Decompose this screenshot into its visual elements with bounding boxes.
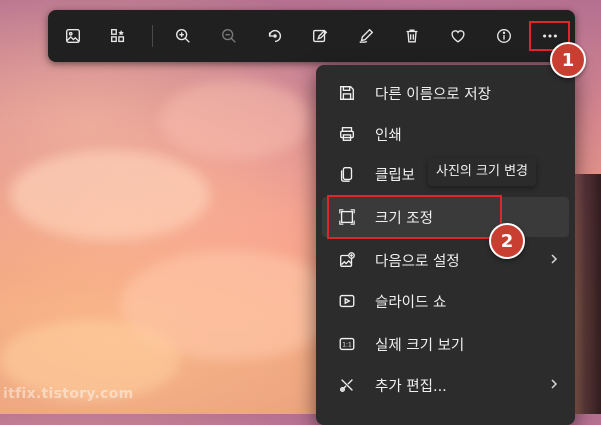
save-icon [338, 84, 356, 102]
sky-cloud [160, 80, 310, 160]
menu-item-slideshow[interactable]: 슬라이드 쇼 [322, 281, 569, 321]
menu-item-label: 클립보 [375, 167, 416, 184]
menu-item-label: 추가 편집... [375, 378, 447, 395]
more-options-menu: 다른 이름으로 저장 인쇄 클립보 크기 조정 다음으로 설정 슬라이드 쇼 1… [316, 65, 575, 425]
chevron-right-icon [547, 377, 561, 391]
toolbar-separator [152, 25, 153, 47]
menu-item-label: 다른 이름으로 저장 [375, 86, 491, 103]
slideshow-icon [338, 292, 356, 310]
favorite-icon[interactable] [443, 21, 473, 51]
info-icon[interactable] [489, 21, 519, 51]
menu-item-more-edit[interactable]: 추가 편집... [322, 365, 569, 405]
photo-toolbar [48, 10, 575, 62]
menu-item-save-as[interactable]: 다른 이름으로 저장 [322, 73, 569, 113]
zoom-in-icon[interactable] [168, 21, 198, 51]
image-icon[interactable] [58, 21, 88, 51]
svg-text:1:1: 1:1 [342, 343, 352, 349]
delete-icon[interactable] [397, 21, 427, 51]
more-edit-icon [338, 376, 356, 394]
zoom-out-icon[interactable] [214, 21, 244, 51]
watermark: itfix.tistory.com [3, 386, 134, 402]
actual-size-icon: 1:1 [338, 335, 356, 353]
sky-cloud [10, 150, 210, 240]
menu-item-actual-size[interactable]: 1:1 실제 크기 보기 [322, 324, 569, 364]
menu-item-label: 실제 크기 보기 [375, 337, 465, 354]
edit-image-icon[interactable] [305, 21, 335, 51]
chevron-right-icon [547, 252, 561, 266]
menu-item-print[interactable]: 인쇄 [322, 114, 569, 154]
copy-icon [338, 165, 356, 183]
rotate-icon[interactable] [260, 21, 290, 51]
step-badge-2: 2 [489, 223, 525, 259]
resize-highlight [327, 195, 502, 239]
gallery-icon[interactable] [103, 21, 133, 51]
menu-item-set-as[interactable]: 다음으로 설정 [322, 240, 569, 280]
menu-item-label: 인쇄 [375, 127, 402, 144]
menu-item-label: 다음으로 설정 [375, 253, 460, 270]
print-icon [338, 125, 356, 143]
step-badge-1: 1 [550, 42, 586, 78]
resize-tooltip: 사진의 크기 변경 [428, 158, 536, 186]
menu-item-label: 슬라이드 쇼 [375, 294, 447, 311]
draw-icon[interactable] [351, 21, 381, 51]
set-as-icon [338, 251, 356, 269]
